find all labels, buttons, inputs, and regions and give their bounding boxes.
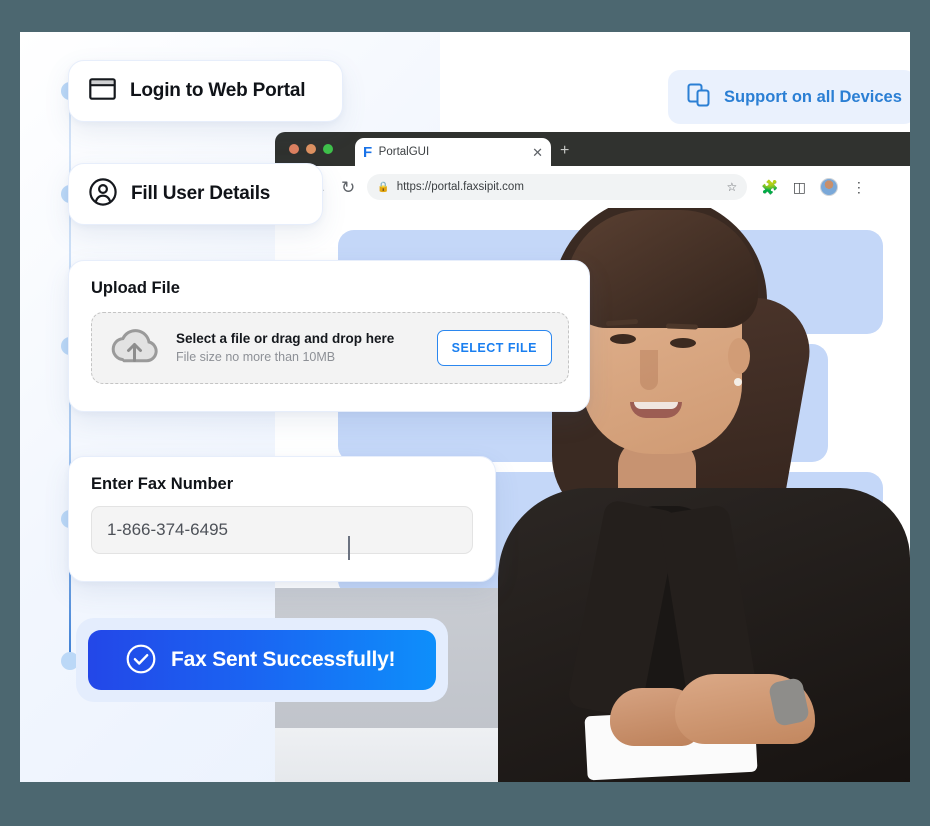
minimize-light[interactable] — [306, 144, 316, 154]
support-on-all-devices-badge[interactable]: Support on all Devices — [668, 70, 910, 124]
omnibox-url: https://portal.faxsipit.com — [396, 181, 524, 193]
browser-toolbar: ← → ↻ 🔒 https://portal.faxsipit.com ☆ 🧩 … — [275, 166, 910, 208]
cloud-upload-icon — [108, 325, 160, 372]
enter-fax-number-title: Enter Fax Number — [91, 475, 234, 493]
maximize-light[interactable] — [323, 144, 333, 154]
success-button-label: Fax Sent Successfully! — [171, 648, 396, 671]
plus-icon[interactable]: + — [560, 143, 569, 159]
kebab-menu-icon[interactable]: ⋮ — [852, 180, 866, 194]
dropzone-secondary-text: File size no more than 10MB — [176, 349, 336, 364]
step-card-upload-file: Upload File Select a file or drag and dr… — [68, 260, 590, 412]
step-card-enter-fax-number: Enter Fax Number — [68, 456, 496, 582]
puzzle-icon[interactable]: 🧩 — [761, 180, 778, 194]
close-icon[interactable]: ✕ — [532, 146, 543, 159]
support-badge-label: Support on all Devices — [724, 87, 902, 106]
avatar-icon[interactable] — [819, 178, 838, 196]
browser-tab-bar: F PortalGUI ✕ + — [275, 132, 910, 166]
dropzone-primary-text: Select a file or drag and drop here — [176, 330, 395, 346]
omnibox[interactable]: 🔒 https://portal.faxsipit.com ☆ — [367, 174, 748, 200]
step-card-fill-user-details[interactable]: Fill User Details — [68, 163, 323, 225]
portal-f-favicon: F — [363, 143, 372, 161]
step-card-login-label: Login to Web Portal — [130, 80, 306, 101]
devices-icon — [686, 82, 712, 113]
dropzone-texts: Select a file or drag and drop here File… — [176, 330, 421, 367]
step-card-login[interactable]: Login to Web Portal — [68, 60, 343, 122]
step-card-details-label: Fill User Details — [131, 183, 271, 204]
file-dropzone[interactable]: Select a file or drag and drop here File… — [91, 312, 569, 384]
upload-file-title: Upload File — [91, 279, 180, 297]
browser-tab[interactable]: F PortalGUI ✕ — [355, 138, 551, 166]
select-file-button[interactable]: SELECT FILE — [436, 330, 552, 366]
text-caret — [348, 536, 350, 560]
browser-window-icon — [89, 77, 116, 106]
star-icon[interactable]: ☆ — [726, 180, 737, 194]
lock-icon: 🔒 — [377, 181, 390, 193]
reload-icon[interactable]: ↻ — [341, 179, 355, 196]
app-stage: F PortalGUI ✕ + ← → ↻ 🔒 https://portal.f… — [20, 32, 910, 782]
browser-tab-title: PortalGUI — [378, 146, 430, 158]
user-circle-icon — [89, 177, 117, 211]
split-panel-icon[interactable]: ◫ — [793, 180, 806, 194]
success-button-halo: Fax Sent Successfully! — [76, 618, 448, 702]
window-traffic-lights — [289, 144, 333, 154]
browser-action-icons: 🧩 ◫ ⋮ — [761, 178, 866, 196]
check-circle-icon — [126, 644, 156, 677]
fax-sent-successfully-button[interactable]: Fax Sent Successfully! — [88, 630, 436, 690]
close-light[interactable] — [289, 144, 299, 154]
fax-number-input[interactable] — [91, 506, 473, 554]
